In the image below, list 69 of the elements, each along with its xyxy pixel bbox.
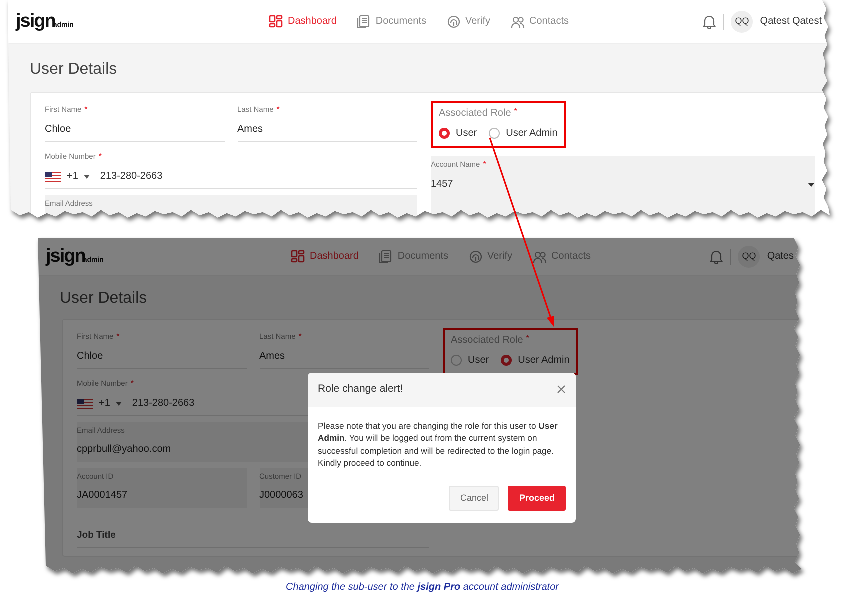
required-asterisk: * xyxy=(514,107,518,116)
radio-button[interactable] xyxy=(489,128,500,139)
contacts-people-icon xyxy=(532,250,547,264)
us-flag-icon[interactable] xyxy=(45,172,61,182)
nav-tab[interactable]: Documents xyxy=(368,249,458,264)
field-value: 1457 xyxy=(431,178,454,192)
notification-bell-icon[interactable] xyxy=(703,14,716,28)
nav-tab[interactable]: Verify xyxy=(436,14,501,29)
phone-number: 213-280-2663 xyxy=(100,170,163,184)
radio-option[interactable]: User Admin xyxy=(489,126,558,141)
notification-bell-icon[interactable] xyxy=(710,250,724,264)
nav-tab[interactable]: Documents xyxy=(346,14,436,29)
nav-tab[interactable]: Dashboard xyxy=(281,249,369,264)
nav-tab[interactable]: Verify xyxy=(458,249,523,264)
dropdown-caret-icon[interactable] xyxy=(808,182,815,186)
field-value: Ames xyxy=(238,123,264,137)
field-label: Associated Role xyxy=(439,108,512,119)
radio-option[interactable]: User Admin xyxy=(501,353,570,368)
field-label: Job Title xyxy=(77,530,116,541)
radio-button[interactable] xyxy=(439,128,450,139)
phone-number: 213-280-2663 xyxy=(132,397,195,411)
contacts-people-icon xyxy=(510,14,525,28)
figure-caption: Changing the sub-user to the jsign Pro account administrator xyxy=(285,581,560,595)
proceed-button[interactable]: Proceed xyxy=(508,486,566,512)
required-asterisk: * xyxy=(276,105,280,114)
dashboard-grid-icon xyxy=(269,14,283,28)
user-name[interactable]: Qatest Qatest xyxy=(760,14,822,29)
nav-tab[interactable]: Contacts xyxy=(500,14,579,29)
user-avatar[interactable]: QQ xyxy=(738,246,760,268)
dial-code[interactable]: +1 xyxy=(99,396,110,411)
field-value: Ames xyxy=(260,350,286,364)
radio-label: User Admin xyxy=(506,127,558,141)
field-label: Associated Role xyxy=(451,335,524,346)
dialog-title: Role change alert! xyxy=(318,382,404,397)
radio-button[interactable] xyxy=(501,355,512,366)
field-value: J0000063 xyxy=(260,489,304,504)
field-value: Chloe xyxy=(77,350,104,364)
close-icon[interactable] xyxy=(557,385,566,394)
fingerprint-icon xyxy=(446,14,460,28)
caret-icon[interactable] xyxy=(84,174,90,178)
radio-option[interactable]: User xyxy=(439,126,478,141)
radio-label: User xyxy=(456,127,478,141)
nav-tab[interactable]: Dashboard xyxy=(259,14,347,29)
field-value: cpprbull@yahoo.com xyxy=(77,443,172,458)
required-asterisk: * xyxy=(526,334,530,343)
required-asterisk: * xyxy=(84,105,88,114)
required-asterisk: * xyxy=(483,160,486,169)
radio-label: User Admin xyxy=(518,354,570,368)
nav-tab[interactable]: Contacts xyxy=(522,249,601,264)
page-title: User Details xyxy=(60,289,148,309)
radio-button[interactable] xyxy=(451,355,462,366)
field-value: Chloe xyxy=(45,123,72,137)
field-value: JA0001457 xyxy=(77,489,128,504)
required-asterisk: * xyxy=(130,379,134,388)
document-icon xyxy=(378,250,393,264)
cancel-button[interactable]: Cancel xyxy=(449,486,500,512)
required-asterisk: * xyxy=(98,152,102,161)
dial-code[interactable]: +1 xyxy=(67,169,78,184)
fingerprint-icon xyxy=(468,250,482,264)
user-name[interactable]: Qates xyxy=(767,249,794,264)
radio-option[interactable]: User xyxy=(451,353,490,368)
user-avatar[interactable]: QQ xyxy=(731,10,754,32)
document-icon xyxy=(356,14,371,28)
required-asterisk: * xyxy=(298,332,302,341)
required-asterisk: * xyxy=(116,332,120,341)
radio-label: User xyxy=(468,354,490,368)
caret-icon[interactable] xyxy=(116,402,122,406)
page-title: User Details xyxy=(30,60,118,80)
dashboard-grid-icon xyxy=(291,250,305,264)
